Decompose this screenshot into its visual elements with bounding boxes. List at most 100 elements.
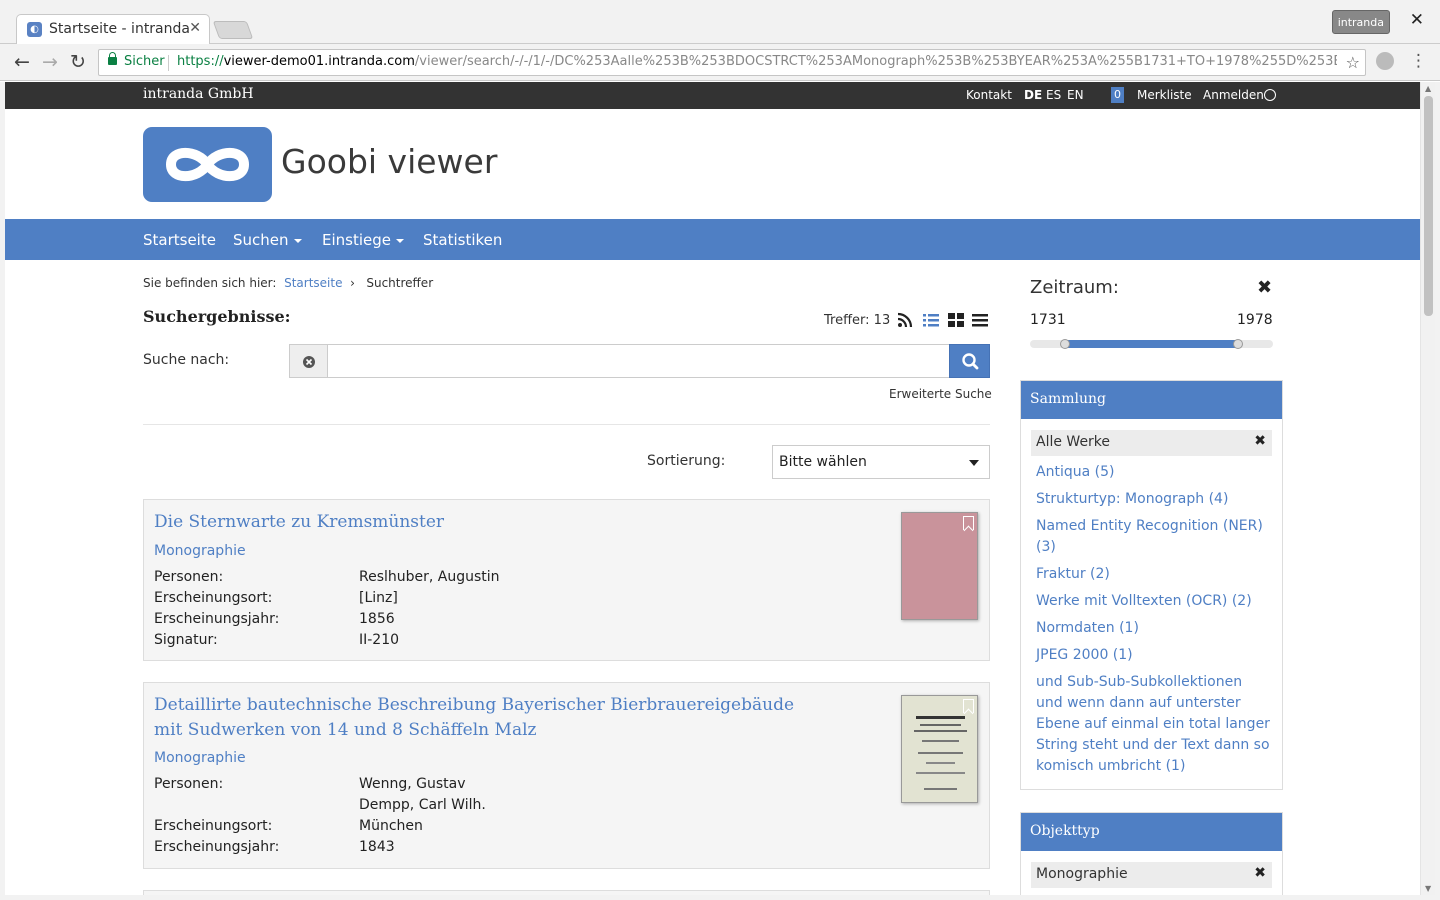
results-heading: Suchergebnisse: (143, 307, 291, 326)
favicon-icon: ◐ (27, 22, 42, 37)
contact-link[interactable]: Kontakt (966, 88, 1012, 102)
scroll-up-icon[interactable]: ▲ (1425, 84, 1431, 93)
secure-label: Sicher (124, 54, 165, 69)
chevron-down-icon (969, 460, 979, 466)
active-filter[interactable]: Monographie ✖ (1031, 862, 1272, 888)
result-title[interactable]: Die Sternwarte zu Kremsmünster (154, 510, 814, 535)
list-view-icon[interactable] (923, 312, 939, 328)
facet-item[interactable]: Named Entity Recognition (NER) (3) (1036, 516, 1272, 558)
hits-count: Treffer: 13 (824, 313, 891, 328)
bookmark-icon[interactable] (963, 516, 974, 530)
browser-toolbar: ← → ↻ Sicher https://viewer-demo01.intra… (0, 44, 1440, 81)
scroll-thumb[interactable] (1424, 96, 1433, 316)
breadcrumb-home[interactable]: Startseite (284, 276, 342, 290)
bookmark-star-icon[interactable]: ☆ (1346, 53, 1360, 72)
period-slider[interactable] (1030, 339, 1273, 349)
forward-icon[interactable]: → (39, 51, 61, 73)
slider-handle-max[interactable] (1233, 339, 1243, 349)
tab-close-icon[interactable]: ✕ (189, 20, 201, 36)
url-text[interactable]: https://viewer-demo01.intranda.com/viewe… (177, 54, 1337, 69)
nav-browse[interactable]: Einstiege (322, 231, 404, 249)
meta-row: Erscheinungsjahr: 1856 (154, 611, 395, 627)
breadcrumb-current: Suchtreffer (366, 276, 434, 290)
result-title[interactable]: Detaillirte bautechnische Beschreibung B… (154, 693, 814, 743)
facet-header: Objekttyp (1021, 813, 1282, 851)
facet-item[interactable]: und Sub-Sub-Subkollektionen und wenn dan… (1036, 672, 1272, 777)
period-title: Zeitraum: (1030, 277, 1119, 298)
remove-filter-icon[interactable]: ✖ (1254, 433, 1266, 449)
remove-filter-icon[interactable]: ✖ (1254, 865, 1266, 881)
page-scrollbar[interactable]: ▲ ▼ (1420, 82, 1435, 895)
result-thumbnail[interactable] (901, 695, 978, 803)
browser-menu-icon[interactable]: ⋮ (1410, 51, 1427, 71)
meta-row: Erscheinungsort: München (154, 818, 423, 834)
meta-row: Personen: Wenng, Gustav (154, 776, 466, 792)
compact-list-icon[interactable] (972, 312, 988, 328)
lang-en[interactable]: EN (1067, 88, 1084, 102)
site-title[interactable]: Goobi viewer (281, 142, 497, 181)
facet-item[interactable]: Normdaten (1) (1036, 618, 1272, 639)
active-filter[interactable]: Alle Werke ✖ (1031, 430, 1272, 456)
facet-item[interactable]: Werke mit Volltexten (OCR) (2) (1036, 591, 1272, 612)
advanced-search-link[interactable]: Erweiterte Suche (889, 387, 992, 401)
address-bar[interactable]: Sicher https://viewer-demo01.intranda.co… (98, 49, 1366, 76)
extension-icon[interactable] (1376, 52, 1394, 70)
nav-statistics[interactable]: Statistiken (423, 231, 502, 249)
facet-objecttype: Objekttyp Monographie ✖ (1020, 812, 1283, 895)
profile-badge[interactable]: intranda (1331, 10, 1390, 34)
main-navigation: Startseite Suchen Einstiege Statistiken (5, 219, 1420, 260)
result-thumbnail[interactable] (901, 512, 978, 620)
facet-header: Sammlung (1021, 381, 1282, 419)
facet-collection: Sammlung Alle Werke ✖ Antiqua (5) Strukt… (1020, 380, 1283, 790)
meta-row: Signatur: II-210 (154, 632, 400, 648)
goobi-logo[interactable] (143, 127, 272, 202)
search-reset-button[interactable] (289, 344, 327, 378)
scroll-down-icon[interactable]: ▼ (1425, 884, 1431, 893)
grid-view-icon[interactable] (948, 312, 964, 328)
login-link[interactable]: Anmelden (1203, 88, 1264, 102)
search-input[interactable] (327, 344, 950, 378)
page-viewport: intranda GmbH Kontakt DE ES EN 0 Merklis… (5, 82, 1420, 895)
window-border (1435, 82, 1440, 900)
bookmark-count-badge: 0 (1111, 87, 1124, 103)
lang-de[interactable]: DE (1024, 88, 1042, 102)
facet-item[interactable]: Antiqua (5) (1036, 462, 1272, 483)
bookmarks-link[interactable]: Merkliste (1137, 88, 1192, 102)
window-close-icon[interactable]: ✕ (1410, 10, 1424, 30)
result-item: Die Sternwarte zu Kremsmünster Monograph… (143, 499, 990, 661)
search-label: Suche nach: (143, 352, 230, 368)
facet-item[interactable]: JPEG 2000 (1) (1036, 645, 1272, 666)
reload-icon[interactable]: ↻ (67, 51, 89, 73)
result-type[interactable]: Monographie (154, 543, 246, 559)
breadcrumb: Sie befinden sich hier: Startseite › Suc… (143, 276, 434, 290)
lock-icon (108, 52, 117, 65)
window-border (0, 82, 5, 900)
sort-select[interactable]: Bitte wählen (772, 445, 990, 479)
period-close-icon[interactable]: ✖ (1257, 277, 1272, 298)
slider-handle-min[interactable] (1060, 339, 1070, 349)
url-separator (168, 55, 169, 71)
nav-home[interactable]: Startseite (143, 231, 216, 249)
browser-tab[interactable]: ◐ Startseite - intranda ✕ (16, 14, 210, 44)
nav-search[interactable]: Suchen (233, 231, 302, 249)
browser-tabbar: ◐ Startseite - intranda ✕ intranda ✕ (0, 0, 1440, 44)
facet-item[interactable]: Fraktur (2) (1036, 564, 1272, 585)
top-bar: intranda GmbH Kontakt DE ES EN 0 Merklis… (5, 82, 1420, 109)
clear-icon (303, 356, 315, 368)
window-border (0, 895, 1440, 900)
search-submit-button[interactable] (949, 344, 990, 378)
chevron-down-icon (396, 238, 404, 243)
facet-item[interactable]: Strukturtyp: Monograph (4) (1036, 489, 1272, 510)
brand-name: intranda GmbH (143, 86, 254, 102)
new-tab-button[interactable] (212, 21, 254, 39)
rss-icon[interactable] (897, 312, 913, 328)
user-icon[interactable] (1264, 89, 1276, 101)
chevron-down-icon (293, 238, 302, 243)
lang-es[interactable]: ES (1046, 88, 1061, 102)
back-icon[interactable]: ← (11, 51, 33, 73)
period-to: 1978 (1237, 312, 1273, 328)
result-type[interactable]: Monographie (154, 750, 246, 766)
meta-row: Personen: Reslhuber, Augustin (154, 569, 500, 585)
bookmark-icon[interactable] (963, 699, 974, 713)
slider-range (1065, 340, 1238, 348)
